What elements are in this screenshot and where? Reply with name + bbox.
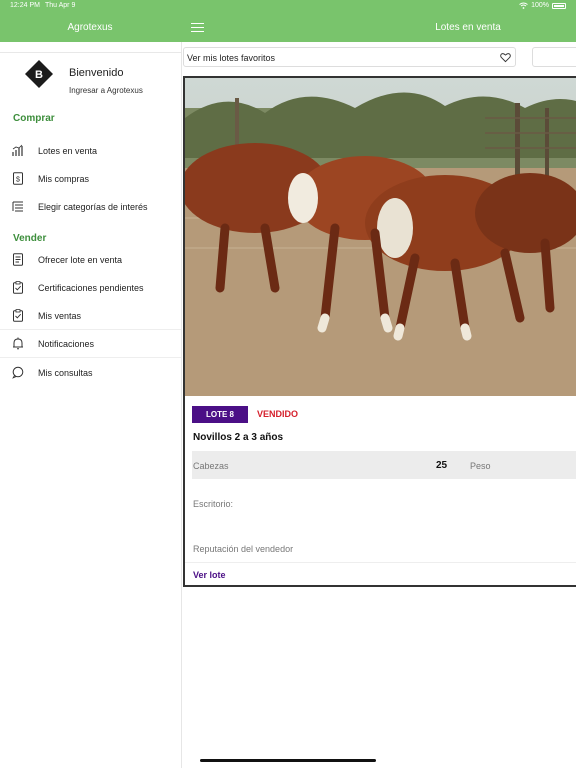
sidebar-item-certificaciones[interactable]: Certificaciones pendientes — [0, 276, 181, 300]
sidebar-item-categorias[interactable]: Elegir categorías de interés — [0, 195, 181, 219]
receipt-icon: $ — [13, 172, 23, 185]
sidebar-item-lotes-en-venta[interactable]: Lotes en venta — [0, 139, 181, 163]
hamburger-menu-icon[interactable] — [191, 23, 204, 33]
heads-label: Cabezas — [193, 461, 229, 471]
lot-stats-row: Cabezas 25 Peso — [192, 451, 576, 479]
lot-title: Novillos 2 a 3 años — [193, 432, 284, 443]
sidebar-item-mis-consultas[interactable]: Mis consultas — [0, 361, 181, 385]
sidebar-separator — [0, 329, 181, 330]
battery-percent: 100% — [531, 2, 549, 9]
page-title: Lotes en venta — [435, 22, 501, 33]
lot-card[interactable]: LOTE 8 VENDIDO Novillos 2 a 3 años Cabez… — [183, 76, 576, 587]
app-title: Agrotexus — [67, 22, 113, 33]
sidebar-item-mis-ventas[interactable]: Mis ventas — [0, 304, 181, 328]
cattle-photo — [185, 78, 576, 396]
status-date: Thu Apr 9 — [45, 2, 76, 9]
sidebar-divider — [0, 52, 181, 53]
chat-bubble-icon — [12, 366, 24, 379]
sidebar-item-label: Mis consultas — [38, 368, 93, 378]
lot-number-badge: LOTE 8 — [192, 406, 248, 423]
section-title-comprar: Comprar — [13, 113, 55, 124]
avatar-letter: B — [35, 69, 43, 81]
section-title-vender: Vender — [13, 233, 47, 244]
sidebar-item-label: Elegir categorías de interés — [38, 202, 148, 212]
favorites-filter-label: Ver mis lotes favoritos — [187, 53, 276, 63]
sidebar-item-ofrecer-lote[interactable]: Ofrecer lote en venta — [0, 248, 181, 272]
sidebar-item-label: Ofrecer lote en venta — [38, 255, 123, 265]
weight-label: Peso — [470, 461, 491, 471]
status-time: 12:24 PM — [10, 2, 40, 9]
battery-icon — [552, 2, 566, 9]
status-bar: 12:24 PM Thu Apr 9 100% — [0, 0, 576, 14]
favorites-filter[interactable]: Ver mis lotes favoritos — [183, 47, 516, 67]
sidebar-item-notificaciones[interactable]: Notificaciones — [0, 332, 181, 356]
welcome-text: Bienvenido — [69, 67, 124, 79]
seller-reputation-label: Reputación del vendedor — [193, 544, 294, 554]
home-indicator[interactable] — [200, 759, 376, 762]
bar-chart-icon — [12, 144, 23, 156]
card-divider — [185, 562, 576, 563]
sidebar-border — [181, 42, 182, 768]
bell-icon — [13, 337, 23, 350]
heads-value: 25 — [436, 460, 448, 471]
sidebar-item-label: Lotes en venta — [38, 146, 98, 156]
sidebar-item-label: Mis ventas — [38, 311, 82, 321]
avatar[interactable]: B — [24, 59, 54, 89]
status-right: 100% — [519, 2, 566, 9]
clipboard-icon — [13, 281, 23, 294]
app-bar: Agrotexus Lotes en venta — [0, 14, 576, 42]
office-label: Escritorio: — [193, 499, 234, 509]
document-icon — [13, 253, 23, 266]
login-link[interactable]: Ingresar a Agrotexus — [69, 86, 143, 95]
sidebar-item-label: Notificaciones — [38, 339, 95, 349]
sidebar-item-mis-compras[interactable]: $ Mis compras — [0, 167, 181, 191]
sidebar-separator — [0, 357, 181, 358]
heart-icon[interactable] — [500, 52, 511, 63]
status-badge: VENDIDO — [257, 409, 299, 419]
svg-text:$: $ — [16, 177, 20, 184]
view-lot-link[interactable]: Ver lote — [193, 570, 226, 580]
secondary-filter[interactable] — [532, 47, 576, 67]
clipboard-check-icon — [13, 309, 23, 322]
sidebar-item-label: Mis compras — [38, 174, 90, 184]
wifi-icon — [519, 2, 528, 9]
list-icon — [12, 201, 23, 212]
sidebar-item-label: Certificaciones pendientes — [38, 283, 144, 293]
